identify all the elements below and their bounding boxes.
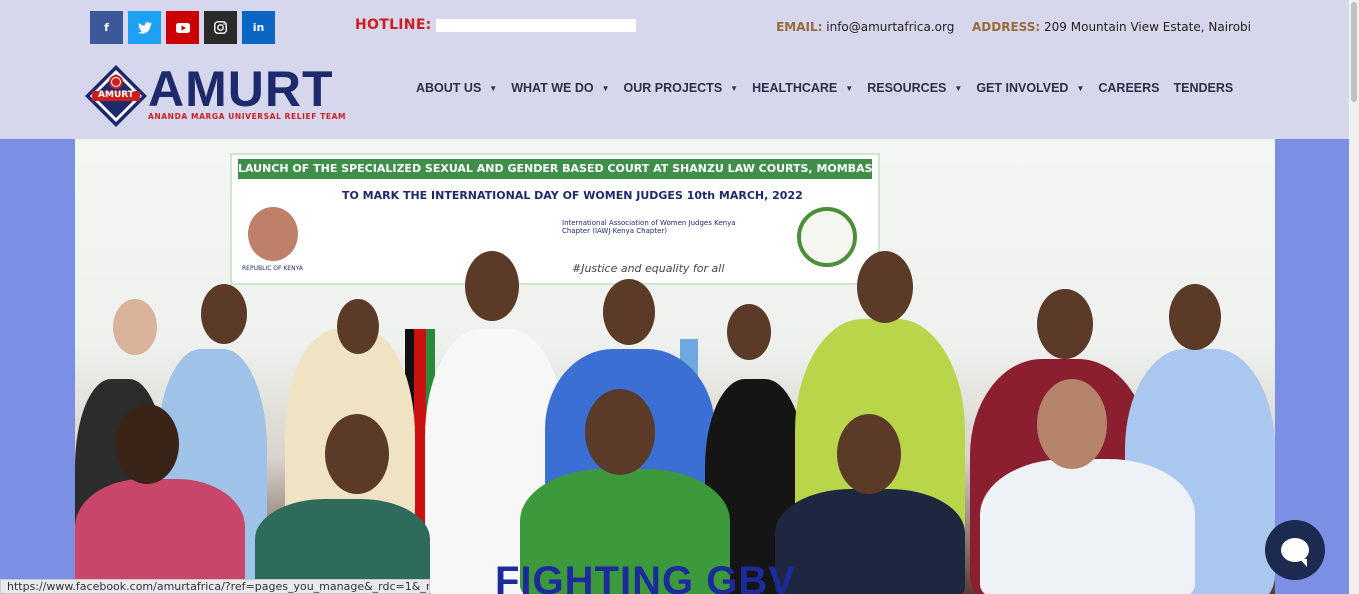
nav-label: GET INVOLVED [976, 81, 1069, 95]
banner-association: International Association of Women Judge… [562, 219, 736, 235]
caret-down-icon: ▼ [601, 83, 610, 93]
judiciary-seal-icon [797, 207, 857, 267]
chat-button[interactable] [1265, 520, 1325, 580]
nav-label: HEALTHCARE [752, 81, 838, 95]
page-scrollbar[interactable] [1349, 0, 1359, 594]
chat-bubble-icon [1281, 538, 1309, 567]
person-head [465, 251, 519, 321]
linkedin-icon[interactable]: in [242, 11, 275, 44]
person-head [115, 404, 179, 484]
instagram-icon[interactable] [204, 11, 237, 44]
site-logo[interactable]: AMURT AMURT ANANDA MARGA UNIVERSAL RELIE… [84, 61, 350, 128]
person-head [603, 279, 655, 345]
person-head [1037, 379, 1107, 469]
person-head [113, 299, 157, 355]
browser-status-url: https://www.facebook.com/amurtafrica/?re… [0, 579, 430, 594]
hotline-label: HOTLINE: [355, 17, 432, 33]
banner-kenya-label: REPUBLIC OF KENYA [242, 265, 303, 272]
hero-title: FIGHTING GBV [495, 559, 796, 594]
banner-hashtag: #Justice and equality for all [572, 262, 725, 275]
nav-careers[interactable]: CAREERS [1098, 81, 1159, 95]
logo-tagline: ANANDA MARGA UNIVERSAL RELIEF TEAM [148, 112, 347, 121]
hero-image: LAUNCH OF THE SPECIALIZED SEXUAL AND GEN… [75, 139, 1275, 594]
nav-label: WHAT WE DO [511, 81, 594, 95]
twitter-icon[interactable] [128, 11, 161, 44]
caret-down-icon: ▼ [1076, 83, 1085, 93]
email-label: EMAIL: [776, 20, 823, 34]
address-label: ADDRESS: [972, 20, 1041, 34]
person [980, 459, 1195, 594]
hotline: HOTLINE: [355, 17, 636, 33]
youtube-icon[interactable] [166, 11, 199, 44]
main-nav: ABOUT US ▼ WHAT WE DO ▼ OUR PROJECTS ▼ HEAL… [416, 81, 1247, 95]
caret-down-icon: ▼ [845, 83, 854, 93]
nav-about-us[interactable]: ABOUT US ▼ [416, 81, 497, 95]
nav-get-involved[interactable]: GET INVOLVED ▼ [976, 81, 1084, 95]
logo-name: AMURT [148, 61, 334, 117]
caret-down-icon: ▼ [954, 83, 963, 93]
caret-down-icon: ▼ [730, 83, 739, 93]
person [775, 489, 965, 594]
caret-down-icon: ▼ [489, 83, 498, 93]
banner-subtitle: TO MARK THE INTERNATIONAL DAY OF WOMEN J… [342, 189, 803, 202]
facebook-icon[interactable]: f [90, 11, 123, 44]
person-head [325, 414, 389, 494]
nav-resources[interactable]: RESOURCES ▼ [867, 81, 962, 95]
person-head [857, 251, 913, 323]
nav-label: RESOURCES [867, 81, 947, 95]
person-head [201, 284, 247, 344]
person-head [1169, 284, 1221, 350]
nav-label: TENDERS [1173, 81, 1234, 95]
scrollbar-thumb[interactable] [1351, 2, 1357, 102]
site-header: f in HOTLINE: EMAIL: info@amurtafrica.or… [0, 0, 1349, 139]
person-head [337, 299, 379, 354]
email-value[interactable]: info@amurtafrica.org [826, 20, 954, 34]
kenya-emblem-icon [248, 207, 298, 261]
event-banner: LAUNCH OF THE SPECIALIZED SEXUAL AND GEN… [230, 153, 880, 285]
social-links: f in [90, 11, 275, 44]
address-value: 209 Mountain View Estate, Nairobi [1044, 20, 1251, 34]
logo-badge-text: AMURT [98, 90, 134, 100]
person-head [1037, 289, 1093, 359]
contact-info: EMAIL: info@amurtafrica.org ADDRESS: 209… [776, 20, 1251, 34]
person-head [585, 389, 655, 475]
banner-title: LAUNCH OF THE SPECIALIZED SEXUAL AND GEN… [238, 159, 872, 179]
nav-what-we-do[interactable]: WHAT WE DO ▼ [511, 81, 609, 95]
person-head [837, 414, 901, 494]
nav-tenders[interactable]: TENDERS [1174, 81, 1234, 95]
nav-healthcare[interactable]: HEALTHCARE ▼ [752, 81, 853, 95]
person-head [727, 304, 771, 360]
hotline-redacted [435, 18, 636, 32]
nav-label: OUR PROJECTS [623, 81, 723, 95]
nav-label: CAREERS [1098, 81, 1160, 95]
person [75, 479, 245, 594]
nav-our-projects[interactable]: OUR PROJECTS ▼ [624, 81, 739, 95]
nav-label: ABOUT US [416, 81, 482, 95]
